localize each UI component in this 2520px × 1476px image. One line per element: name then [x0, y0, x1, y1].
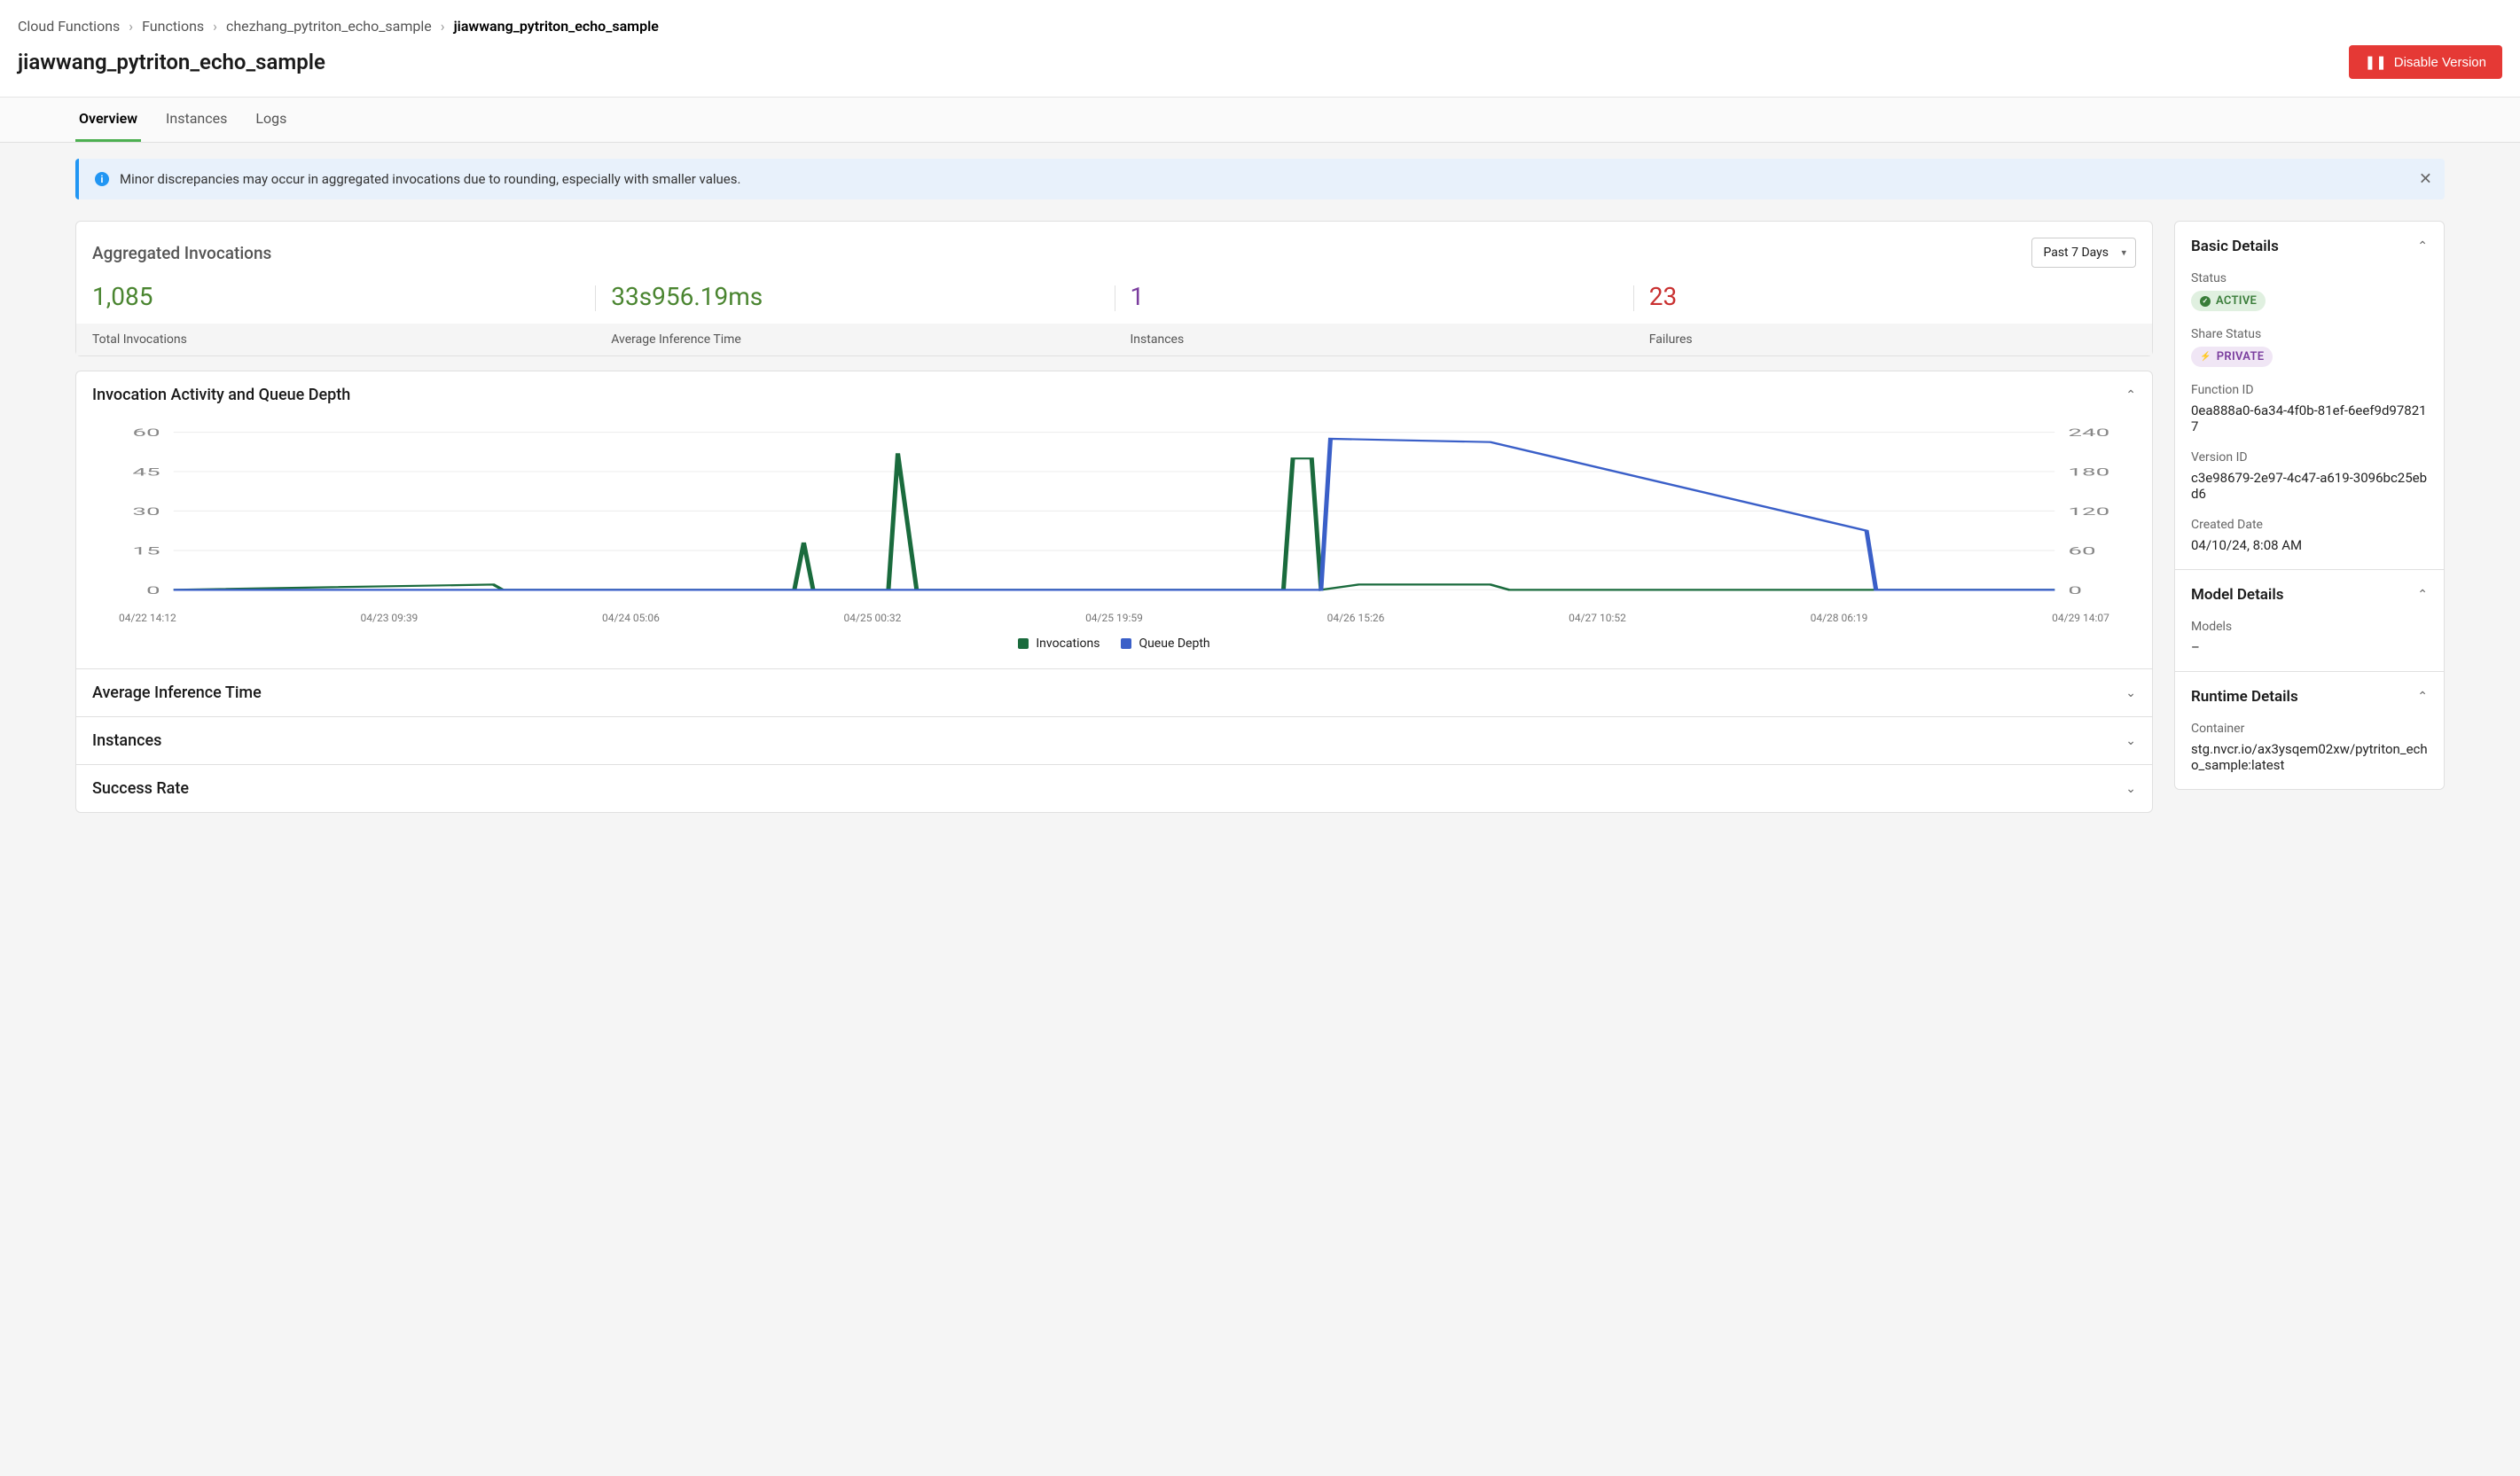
chevron-right-icon: ›: [213, 18, 217, 35]
chevron-down-icon: ⌄: [2125, 734, 2136, 748]
version-id-value: c3e98679-2e97-4c47-a619-3096bc25ebd6: [2191, 470, 2428, 502]
container-label: Container: [2191, 722, 2428, 736]
legend-queue-depth-label: Queue Depth: [1139, 636, 1209, 651]
close-icon[interactable]: ✕: [2419, 170, 2432, 189]
function-id-label: Function ID: [2191, 383, 2428, 397]
chevron-up-icon: ⌃: [2417, 690, 2428, 704]
svg-text:60: 60: [2068, 545, 2095, 558]
container-value: stg.nvcr.io/ax3ysqem02xw/pytriton_echo_s…: [2191, 741, 2428, 773]
legend-square-green: [1018, 638, 1029, 649]
page-title: jiawwang_pytriton_echo_sample: [18, 50, 325, 74]
breadcrumb: Cloud Functions › Functions › chezhang_p…: [18, 18, 2502, 35]
models-label: Models: [2191, 620, 2428, 634]
model-details-header[interactable]: Model Details ⌃: [2191, 586, 2428, 604]
chevron-down-icon: ⌄: [2125, 782, 2136, 796]
aggregated-invocations-card: Aggregated Invocations Past 7 Days 1,085…: [75, 221, 2153, 356]
svg-text:45: 45: [132, 466, 160, 479]
legend-invocations-label: Invocations: [1036, 636, 1100, 651]
basic-details-header[interactable]: Basic Details ⌃: [2191, 238, 2428, 255]
disable-version-label: Disable Version: [2394, 55, 2486, 70]
stat-instances-label: Instances: [1115, 324, 1633, 355]
stat-avg-inference-value: 33s956.19ms: [595, 282, 1114, 324]
tab-instances[interactable]: Instances: [162, 98, 231, 142]
panel-avg-inference-title: Average Inference Time: [92, 683, 262, 702]
chevron-up-icon: ⌃: [2125, 388, 2136, 402]
disable-version-button[interactable]: ❚❚ Disable Version: [2349, 45, 2502, 79]
status-badge: ACTIVE: [2191, 291, 2266, 311]
basic-details-title: Basic Details: [2191, 238, 2279, 255]
time-range-value: Past 7 Days: [2043, 246, 2109, 260]
agg-title: Aggregated Invocations: [92, 243, 271, 263]
svg-text:60: 60: [132, 427, 160, 439]
notice-text: Minor discrepancies may occur in aggrega…: [120, 171, 2429, 187]
panel-success-rate-title: Success Rate: [92, 779, 189, 798]
runtime-details-header[interactable]: Runtime Details ⌃: [2191, 688, 2428, 706]
chevron-up-icon: ⌃: [2417, 239, 2428, 254]
tabs: Overview Instances Logs: [0, 98, 2520, 143]
stat-total-invocations-value: 1,085: [76, 282, 595, 324]
share-status-badge: PRIVATE: [2191, 347, 2273, 367]
chevron-right-icon: ›: [129, 18, 133, 35]
panel-instances-title: Instances: [92, 731, 161, 750]
activity-chart: 0 15 30 45 60 0 60 120 180 240: [106, 427, 2122, 605]
stat-failures-value: 23: [1633, 282, 2152, 324]
info-icon: i: [95, 172, 109, 186]
stat-avg-inference-label: Average Inference Time: [595, 324, 1114, 355]
created-date-value: 04/10/24, 8:08 AM: [2191, 537, 2428, 553]
chevron-up-icon: ⌃: [2417, 588, 2428, 602]
chevron-down-icon: ⌄: [2125, 686, 2136, 700]
panel-activity-header[interactable]: Invocation Activity and Queue Depth ⌃: [76, 371, 2152, 418]
legend-queue-depth: Queue Depth: [1121, 636, 1209, 651]
tab-overview[interactable]: Overview: [75, 98, 141, 142]
time-range-select[interactable]: Past 7 Days: [2031, 238, 2136, 268]
created-date-label: Created Date: [2191, 518, 2428, 532]
breadcrumb-link-2[interactable]: chezhang_pytriton_echo_sample: [226, 18, 432, 35]
function-id-value: 0ea888a0-6a34-4f0b-81ef-6eef9d978217: [2191, 402, 2428, 434]
charts-card: Invocation Activity and Queue Depth ⌃ 0 1…: [75, 371, 2153, 813]
info-notice: i Minor discrepancies may occur in aggre…: [75, 159, 2445, 199]
chart-legend: Invocations Queue Depth: [92, 636, 2136, 651]
breadcrumb-link-1[interactable]: Functions: [142, 18, 204, 35]
details-card: Basic Details ⌃ Status ACTIVE Share Stat…: [2174, 221, 2445, 790]
breadcrumb-link-0[interactable]: Cloud Functions: [18, 18, 120, 35]
share-status-label: Share Status: [2191, 327, 2428, 341]
panel-activity-title: Invocation Activity and Queue Depth: [92, 386, 350, 404]
legend-invocations: Invocations: [1018, 636, 1100, 651]
svg-text:120: 120: [2068, 505, 2109, 518]
legend-square-blue: [1121, 638, 1131, 649]
svg-text:240: 240: [2068, 427, 2109, 439]
chart-x-labels: 04/22 14:1204/23 09:3904/24 05:0604/25 0…: [119, 612, 2109, 624]
svg-text:180: 180: [2068, 466, 2109, 479]
runtime-details-title: Runtime Details: [2191, 688, 2298, 706]
svg-text:15: 15: [132, 545, 160, 558]
stat-instances-value: 1: [1115, 282, 1633, 324]
stat-failures-label: Failures: [1633, 324, 2152, 355]
models-value: –: [2191, 639, 2428, 655]
tab-logs[interactable]: Logs: [252, 98, 290, 142]
stat-total-invocations-label: Total Invocations: [76, 324, 595, 355]
svg-text:0: 0: [146, 584, 160, 597]
pause-icon: ❚❚: [2365, 54, 2387, 70]
breadcrumb-current: jiawwang_pytriton_echo_sample: [454, 18, 659, 35]
svg-text:30: 30: [132, 505, 160, 518]
svg-text:0: 0: [2068, 584, 2082, 597]
panel-success-rate-header[interactable]: Success Rate ⌄: [76, 765, 2152, 812]
model-details-title: Model Details: [2191, 586, 2284, 604]
chevron-right-icon: ›: [441, 18, 445, 35]
panel-avg-inference-header[interactable]: Average Inference Time ⌄: [76, 669, 2152, 716]
panel-instances-header[interactable]: Instances ⌄: [76, 717, 2152, 764]
status-label: Status: [2191, 271, 2428, 285]
version-id-label: Version ID: [2191, 450, 2428, 465]
